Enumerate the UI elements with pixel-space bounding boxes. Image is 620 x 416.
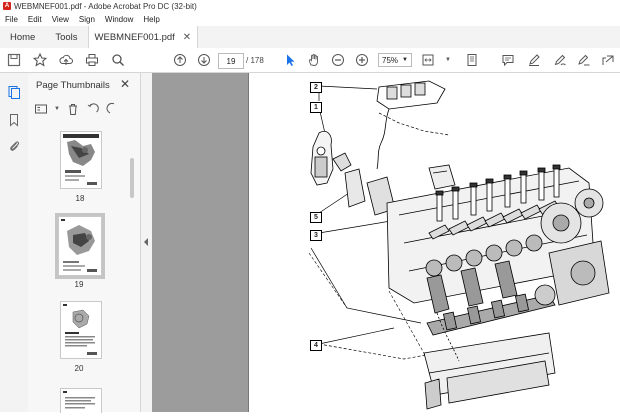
menu-window[interactable]: Window <box>105 15 133 24</box>
menu-view[interactable]: View <box>52 15 69 24</box>
thumbnail-18-image <box>63 134 99 185</box>
callout-2: 2 <box>310 82 322 93</box>
tab-document[interactable]: WEBMNEF001.pdf ✕ <box>87 26 199 48</box>
tab-tools[interactable]: Tools <box>45 26 87 48</box>
zoom-in-icon[interactable] <box>354 52 370 68</box>
highlight-pen-icon[interactable] <box>526 52 542 68</box>
engine-exploded-diagram <box>308 80 610 410</box>
pdf-page: 2 1 5 3 4 <box>248 73 620 412</box>
menu-bar: File Edit View Sign Window Help <box>0 12 620 26</box>
close-tab-icon[interactable]: ✕ <box>183 32 191 43</box>
share-icon[interactable] <box>600 52 616 68</box>
panel-title: Page Thumbnails <box>36 80 110 91</box>
thumbnail-page-18[interactable] <box>60 131 102 189</box>
thumbnail-label-19: 19 <box>74 280 84 289</box>
save-icon[interactable] <box>6 52 22 68</box>
zoom-select[interactable]: 75% ▼ <box>378 53 412 67</box>
menu-edit[interactable]: Edit <box>28 15 42 24</box>
select-cursor-icon[interactable] <box>282 52 298 68</box>
callout-4: 4 <box>310 340 322 351</box>
hand-tool-icon[interactable] <box>306 52 322 68</box>
page-thumbnails-icon[interactable] <box>7 85 21 99</box>
callout-1: 1 <box>310 102 322 113</box>
thumbnail-page-21[interactable] <box>60 388 102 413</box>
collapse-arrow-icon <box>144 238 148 246</box>
left-rail <box>0 73 29 412</box>
chevron-down-icon[interactable]: ▼ <box>440 52 456 68</box>
thumbnail-21-image <box>63 391 95 409</box>
draw-icon[interactable] <box>552 52 568 68</box>
thumbnail-20-image <box>63 304 97 355</box>
window-title: WEBMNEF001.pdf - Adobe Acrobat Pro DC (3… <box>14 1 197 11</box>
previous-page-icon[interactable] <box>172 52 188 68</box>
thumbnail-label-20: 20 <box>74 364 84 373</box>
panel-scrollbar[interactable] <box>130 158 134 198</box>
thumbnails-panel: Page Thumbnails ✕ ▼ 18 19 20 <box>28 73 141 413</box>
search-icon[interactable] <box>110 52 126 68</box>
chevron-down-icon[interactable]: ▼ <box>54 102 60 116</box>
thumbnail-page-20[interactable] <box>60 301 102 359</box>
title-bar: A WEBMNEF001.pdf - Adobe Acrobat Pro DC … <box>0 0 620 12</box>
chevron-down-icon: ▼ <box>402 57 408 63</box>
close-panel-icon[interactable]: ✕ <box>120 77 130 91</box>
tab-home-label: Home <box>10 31 36 43</box>
fit-page-icon[interactable] <box>420 52 436 68</box>
zoom-value: 75% <box>382 55 399 65</box>
bookmark-star-icon[interactable] <box>32 52 48 68</box>
menu-file[interactable]: File <box>5 15 18 24</box>
tab-home[interactable]: Home <box>0 26 45 48</box>
menu-help[interactable]: Help <box>143 15 159 24</box>
next-page-icon[interactable] <box>196 52 212 68</box>
upload-cloud-icon[interactable] <box>58 52 74 68</box>
panel-toolbar: ▼ <box>34 101 138 117</box>
rotate-right-icon[interactable] <box>106 102 120 116</box>
tab-bar: Home Tools WEBMNEF001.pdf ✕ <box>0 26 620 49</box>
thumbnail-label-18: 18 <box>75 194 85 203</box>
thumbnail-19-image <box>61 219 97 272</box>
delete-page-icon[interactable] <box>66 102 80 116</box>
print-icon[interactable] <box>84 52 100 68</box>
comment-icon[interactable] <box>500 52 516 68</box>
page-total: / 178 <box>246 56 264 65</box>
tab-tools-label: Tools <box>55 31 78 43</box>
scroll-mode-icon[interactable] <box>464 52 480 68</box>
thumbnail-page-19[interactable] <box>55 213 105 279</box>
tab-document-label: WEBMNEF001.pdf <box>94 31 175 43</box>
menu-sign[interactable]: Sign <box>79 15 95 24</box>
options-menu-icon[interactable] <box>34 102 48 116</box>
page-number-input[interactable]: 19 <box>218 53 244 69</box>
callout-3: 3 <box>310 230 322 241</box>
callout-5: 5 <box>310 212 322 223</box>
attachments-icon[interactable] <box>7 139 21 153</box>
rotate-left-icon[interactable] <box>86 102 100 116</box>
zoom-out-icon[interactable] <box>330 52 346 68</box>
sign-icon[interactable] <box>576 52 592 68</box>
acrobat-logo-icon: A <box>3 2 11 10</box>
bookmarks-icon[interactable] <box>7 113 21 127</box>
